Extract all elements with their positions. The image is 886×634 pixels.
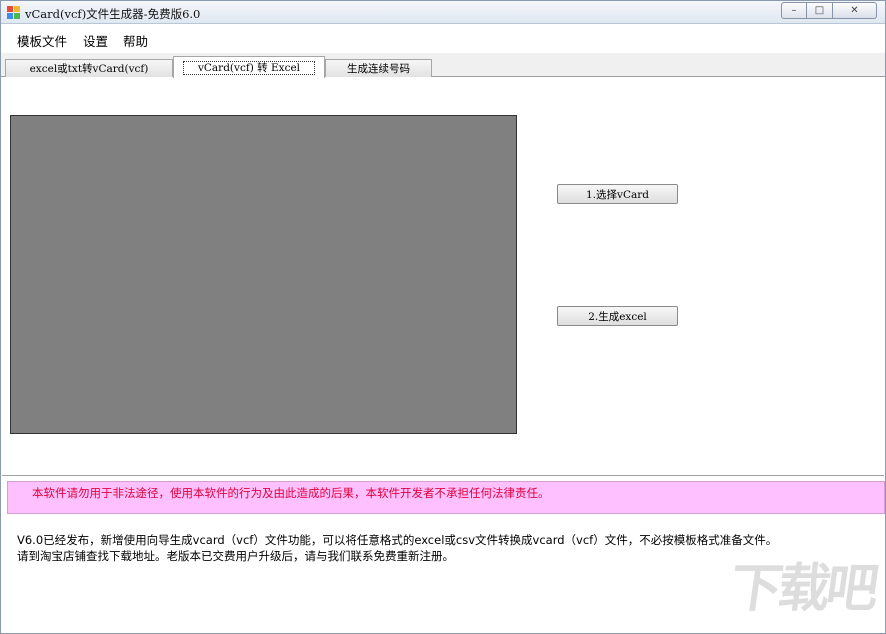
minimize-button[interactable]: – (781, 2, 807, 19)
divider (2, 475, 884, 477)
window-title: vCard(vcf)文件生成器-免费版6.0 (25, 7, 201, 21)
info-line-2: 请到淘宝店铺查找下载地址。老版本已交费用户升级后，请与我们联系免费重新注册。 (17, 549, 454, 563)
menu-template-file[interactable]: 模板文件 (17, 31, 67, 50)
tab-label: 生成连续号码 (347, 63, 410, 75)
tab-strip: excel或txt转vCard(vcf) vCard(vcf) 转 Excel … (1, 53, 885, 78)
tab-panel: 1.选择vCard 2.生成excel (2, 77, 884, 475)
info-line-1: V6.0已经发布，新增使用向导生成vcard（vcf）文件功能，可以将任意格式的… (17, 533, 778, 547)
app-window: vCard(vcf)文件生成器-免费版6.0 – □ ✕ 模板文件 设置 帮助 … (0, 0, 886, 634)
generate-excel-button[interactable]: 2.生成excel (557, 306, 678, 326)
app-icon (7, 6, 21, 19)
tab-label: excel或txt转vCard(vcf) (29, 63, 149, 75)
warning-text: 本软件请勿用于非法途径，使用本软件的行为及由此造成的后果，本软件开发者不承担任何… (32, 486, 550, 500)
tab-excel-to-vcard[interactable]: excel或txt转vCard(vcf) (5, 59, 173, 77)
menu-help[interactable]: 帮助 (123, 31, 148, 50)
info-text: V6.0已经发布，新增使用向导生成vcard（vcf）文件功能，可以将任意格式的… (17, 532, 777, 564)
menu-bar: 模板文件 设置 帮助 (1, 25, 885, 53)
watermark-logo: 下载吧 (725, 559, 879, 619)
tab-label: vCard(vcf) 转 Excel (182, 60, 316, 75)
vcard-display-area[interactable] (10, 115, 517, 434)
close-button[interactable]: ✕ (833, 2, 877, 19)
tab-vcard-to-excel[interactable]: vCard(vcf) 转 Excel (173, 56, 325, 78)
tab-sequential-numbers[interactable]: 生成连续号码 (325, 59, 432, 77)
menu-settings[interactable]: 设置 (83, 31, 108, 50)
window-controls: – □ ✕ (781, 2, 877, 19)
select-vcard-button[interactable]: 1.选择vCard (557, 184, 678, 204)
title-bar[interactable]: vCard(vcf)文件生成器-免费版6.0 – □ ✕ (1, 1, 885, 24)
warning-banner: 本软件请勿用于非法途径，使用本软件的行为及由此造成的后果，本软件开发者不承担任何… (7, 481, 885, 514)
maximize-button[interactable]: □ (807, 2, 833, 19)
